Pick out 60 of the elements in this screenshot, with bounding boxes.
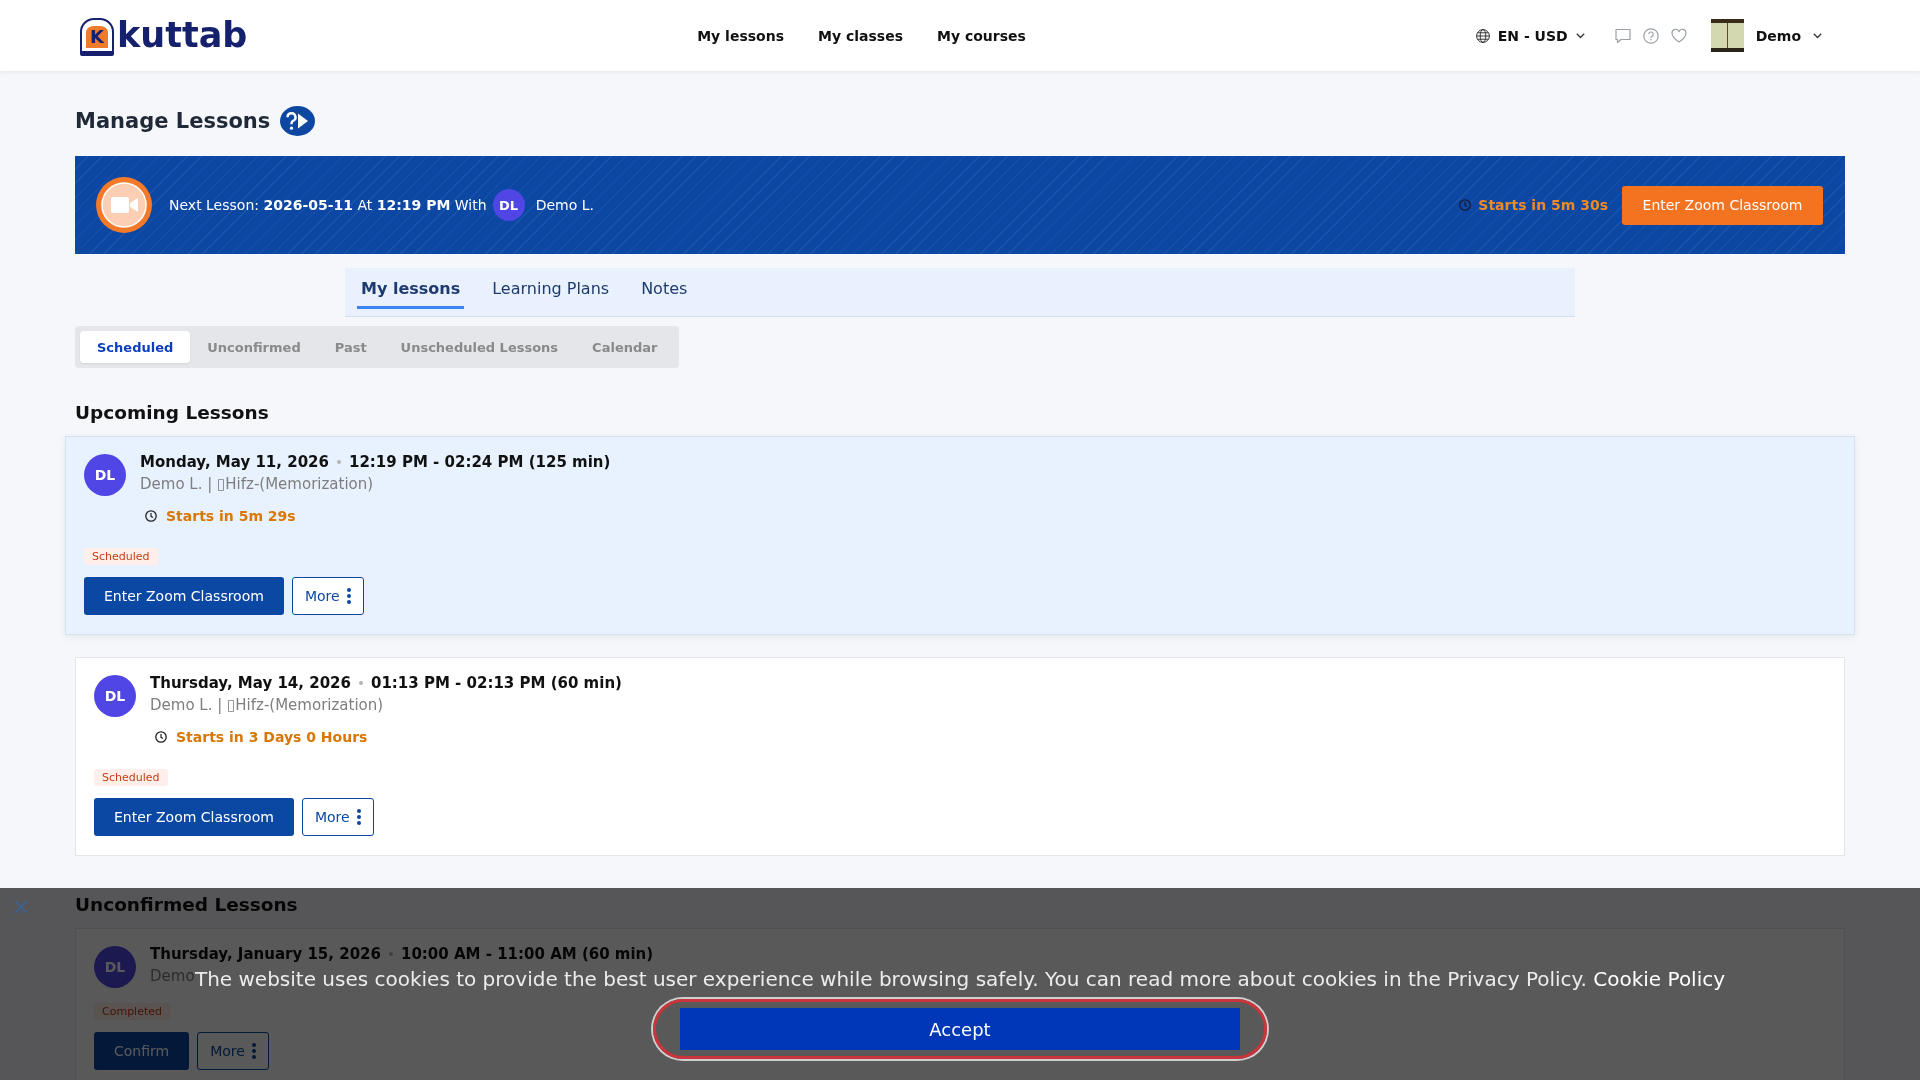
tab[interactable]: Notes [637, 268, 692, 309]
teacher-name: Demo L. [535, 197, 594, 213]
lesson-time: 10:00 AM - 11:00 AM (60 min) [401, 944, 654, 965]
nav-link[interactable]: My courses [937, 27, 1026, 44]
separator-dot-icon [337, 460, 341, 464]
lesson-date: Monday, May 11, 2026 [140, 452, 329, 473]
lesson-date: Thursday, May 14, 2026 [150, 673, 351, 694]
logo-text: kuttab [117, 16, 248, 55]
primary-button[interactable]: Enter Zoom Classroom [94, 798, 294, 836]
chat-icon[interactable] [1614, 27, 1631, 44]
video-camera-icon [96, 177, 152, 233]
cookie-policy-link[interactable]: Cookie Policy [1593, 967, 1726, 991]
section-heading: Upcoming Lessons [75, 401, 269, 425]
more-button[interactable]: More [301, 798, 374, 836]
countdown: Starts in 3 Days 0 Hours [176, 728, 368, 747]
clock-icon [145, 510, 157, 522]
teacher-course: Demo L. | ▯Hifz-(Memorization) [150, 695, 384, 716]
teacher-course: Demo L. | ▯Hifz-(Memorization) [140, 474, 374, 495]
nav-link[interactable]: My lessons [697, 27, 784, 44]
logo-link[interactable]: K kuttab [80, 16, 248, 55]
user-menu[interactable]: Demo [1710, 19, 1822, 52]
avatar: DL [492, 189, 525, 221]
close-icon [14, 900, 28, 914]
filter-tab[interactable]: Scheduled [80, 331, 191, 363]
chevron-down-icon [1813, 32, 1822, 39]
avatar: DL [94, 946, 136, 988]
lesson-time: 12:19 PM - 02:24 PM (125 min) [349, 452, 611, 473]
avatar: DL [94, 675, 136, 717]
globe-icon [1475, 28, 1490, 43]
heart-icon[interactable] [1670, 28, 1687, 43]
page-title: Manage Lessons [75, 109, 271, 133]
status-badge: Scheduled [84, 548, 158, 565]
clock-icon [155, 731, 167, 743]
chevron-down-icon [1575, 32, 1585, 39]
more-button[interactable]: More [291, 577, 364, 615]
next-lesson-text: Next Lesson: 2026-05-11 At 12:19 PM With [169, 197, 487, 213]
kebab-icon [251, 1043, 256, 1059]
help-video-icon[interactable] [280, 106, 316, 136]
status-badge: Completed [94, 1003, 170, 1020]
profile-photo-placeholder [1710, 19, 1744, 52]
separator-dot-icon [359, 681, 363, 685]
clock-icon [1459, 199, 1472, 211]
cookie-message: The website uses cookies to provide the best user experience while browsing safely. You can read more about cookies in the Privacy Policy. Cookie Policy [194, 968, 1726, 990]
help-icon[interactable] [1642, 27, 1659, 44]
countdown: Starts in 5m 30s [1478, 197, 1608, 213]
countdown: Starts in 5m 29s [166, 507, 296, 526]
kebab-icon [356, 809, 361, 825]
nav-link[interactable]: My classes [818, 27, 903, 44]
locale-selector[interactable]: EN - USD [1475, 27, 1585, 44]
kebab-icon [346, 588, 351, 604]
accept-button[interactable]: Accept [680, 1008, 1240, 1050]
status-badge: Scheduled [94, 769, 168, 786]
lesson-time: 01:13 PM - 02:13 PM (60 min) [371, 673, 622, 694]
logo-mark: K [80, 18, 114, 53]
tab[interactable]: Learning Plans [488, 268, 614, 309]
primary-button[interactable]: Enter Zoom Classroom [84, 577, 284, 615]
tab[interactable]: My lessons [357, 268, 465, 309]
avatar: DL [84, 454, 126, 496]
lesson-date: Thursday, January 15, 2026 [150, 944, 381, 965]
section-heading: Unconfirmed Lessons [75, 893, 298, 917]
